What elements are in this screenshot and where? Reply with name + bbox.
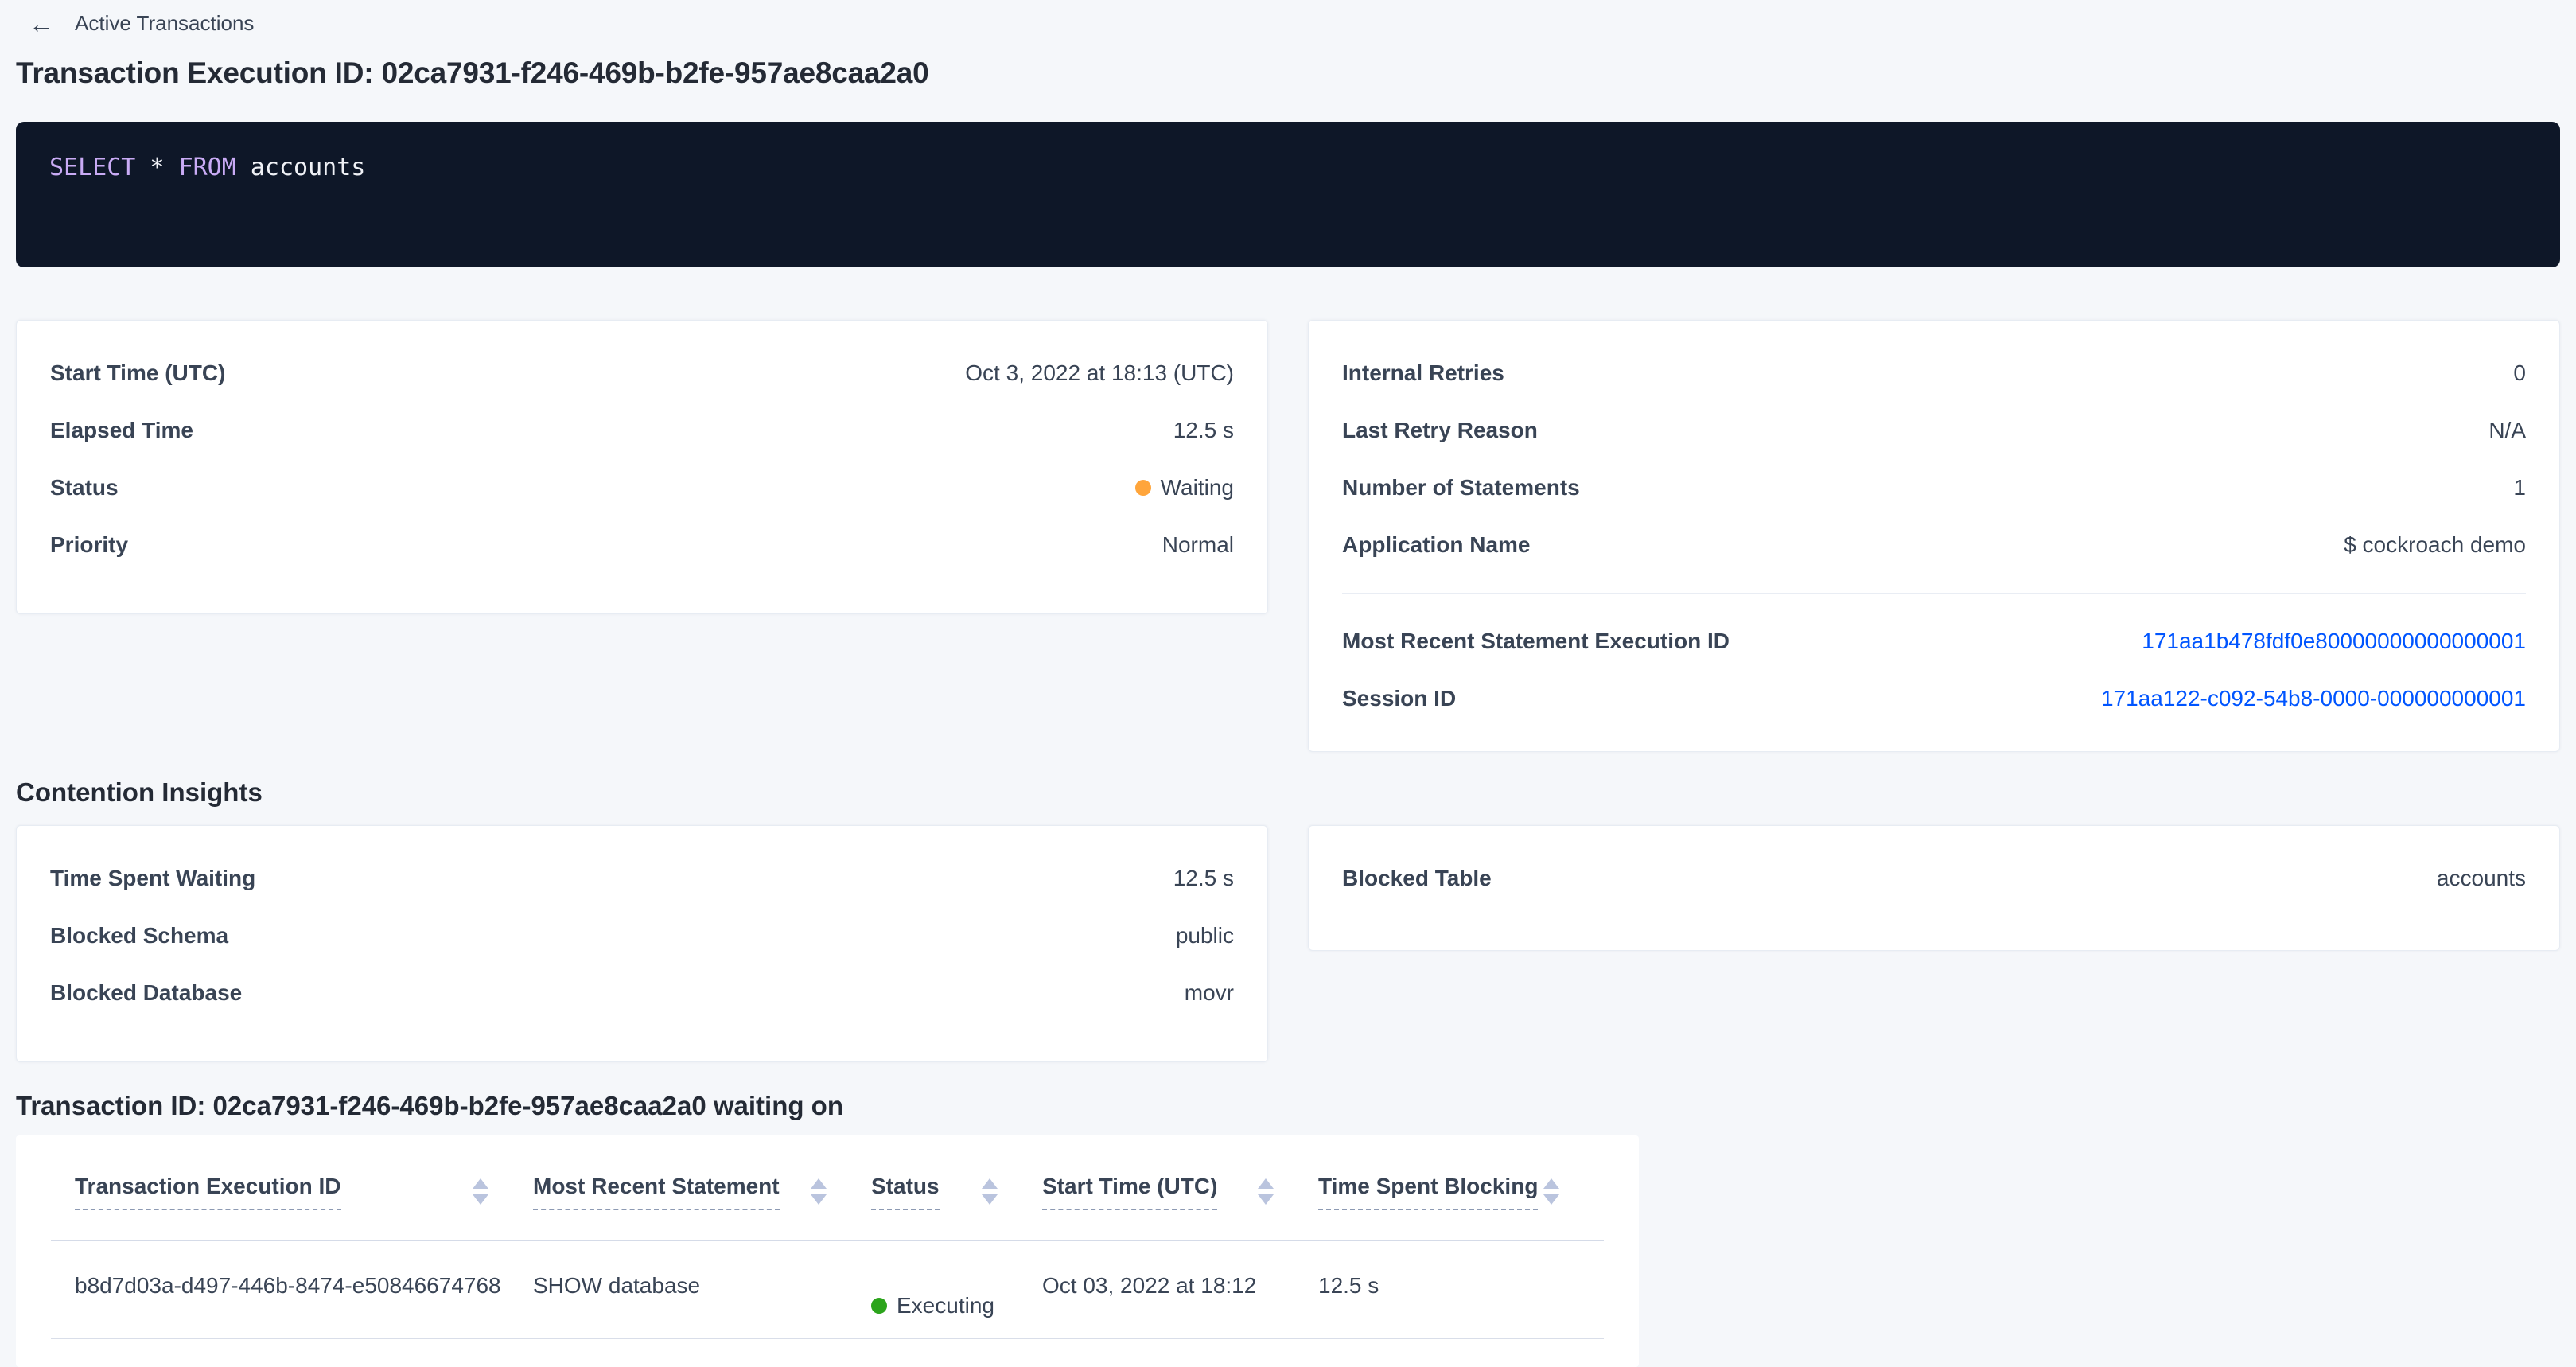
column-header-label[interactable]: Start Time (UTC)	[1042, 1174, 1217, 1210]
sort-icon[interactable]	[473, 1178, 488, 1205]
column-header-label[interactable]: Transaction Execution ID	[75, 1174, 341, 1210]
page-title: Transaction Execution ID: 02ca7931-f246-…	[16, 56, 2560, 90]
column-header-label[interactable]: Time Spent Blocking	[1318, 1174, 1538, 1210]
waiting-on-table: Transaction Execution ID Most Recent Sta…	[16, 1135, 1639, 1367]
table-header-row: Transaction Execution ID Most Recent Sta…	[51, 1135, 1604, 1241]
summary-label: Blocked Schema	[50, 923, 252, 948]
summary-value: Oct 3, 2022 at 18:13 (UTC)	[965, 360, 1234, 386]
sql-identifier: accounts	[236, 154, 366, 181]
summary-label: Blocked Database	[50, 980, 266, 1006]
back-link-active-transactions[interactable]: ← Active Transactions	[16, 0, 254, 36]
column-header-start-time: Start Time (UTC)	[1042, 1174, 1318, 1240]
sort-icon[interactable]	[811, 1178, 827, 1205]
card-divider	[1342, 593, 2526, 594]
summary-cards-row: Start Time (UTC) Oct 3, 2022 at 18:13 (U…	[16, 320, 2560, 752]
session-id-link[interactable]: 171aa122-c092-54b8-0000-000000000001	[2101, 686, 2526, 711]
column-header-most-recent-statement: Most Recent Statement	[533, 1174, 871, 1240]
summary-label: Internal Retries	[1342, 360, 1528, 386]
status-dot-waiting-icon	[1135, 480, 1151, 496]
page: ← Active Transactions Transaction Execut…	[0, 0, 2576, 1367]
summary-row-statement-execution-id: Most Recent Statement Execution ID 171aa…	[1342, 613, 2526, 670]
summary-label: Blocked Table	[1342, 866, 1516, 891]
cell-transaction-execution-id: b8d7d03a-d497-446b-8474-e50846674768	[75, 1273, 533, 1338]
statement-execution-id-link[interactable]: 171aa1b478fdf0e80000000000000001	[2142, 629, 2526, 654]
summary-row-priority: Priority Normal	[50, 516, 1234, 574]
back-link-label: Active Transactions	[75, 11, 254, 36]
cell-status: Executing	[871, 1273, 1042, 1338]
summary-row-number-of-statements: Number of Statements 1	[1342, 459, 2526, 516]
summary-row-time-spent-waiting: Time Spent Waiting 12.5 s	[50, 850, 1234, 907]
sql-keyword-from: FROM	[179, 154, 236, 181]
summary-row-last-retry-reason: Last Retry Reason N/A	[1342, 402, 2526, 459]
column-header-label[interactable]: Most Recent Statement	[533, 1174, 780, 1210]
summary-value: 12.5 s	[1173, 866, 1234, 891]
cell-time-spent-blocking: 12.5 s	[1318, 1273, 1604, 1338]
summary-label: Last Retry Reason	[1342, 418, 1562, 443]
summary-row-session-id: Session ID 171aa122-c092-54b8-0000-00000…	[1342, 670, 2526, 727]
cell-start-time: Oct 03, 2022 at 18:12	[1042, 1273, 1318, 1338]
summary-row-blocked-schema: Blocked Schema public	[50, 907, 1234, 964]
table-row: b8d7d03a-d497-446b-8474-e50846674768 SHO…	[51, 1241, 1604, 1339]
summary-row-start-time: Start Time (UTC) Oct 3, 2022 at 18:13 (U…	[50, 345, 1234, 402]
summary-label: Elapsed Time	[50, 418, 217, 443]
sql-keyword-select: SELECT	[49, 154, 135, 181]
summary-label: Application Name	[1342, 532, 1554, 558]
summary-row-internal-retries: Internal Retries 0	[1342, 345, 2526, 402]
sql-statement-box: SELECT * FROM accounts	[16, 122, 2560, 267]
sql-operator: *	[135, 154, 178, 181]
summary-value: $ cockroach demo	[2344, 532, 2526, 558]
summary-label: Number of Statements	[1342, 475, 1604, 500]
contention-card-right: Blocked Table accounts	[1308, 825, 2560, 951]
summary-card-right: Internal Retries 0 Last Retry Reason N/A…	[1308, 320, 2560, 752]
column-header-status: Status	[871, 1174, 1042, 1240]
summary-value: 1	[2513, 475, 2526, 500]
summary-label: Most Recent Statement Execution ID	[1342, 629, 1753, 654]
summary-label: Priority	[50, 532, 152, 558]
sort-icon[interactable]	[982, 1178, 998, 1205]
column-header-transaction-execution-id: Transaction Execution ID	[75, 1174, 533, 1240]
summary-label: Status	[50, 475, 142, 500]
summary-value: Normal	[1162, 532, 1234, 558]
status-text: Waiting	[1161, 475, 1234, 500]
summary-row-blocked-table: Blocked Table accounts	[1342, 850, 2526, 907]
summary-label: Start Time (UTC)	[50, 360, 249, 386]
summary-value: movr	[1185, 980, 1234, 1006]
summary-label: Time Spent Waiting	[50, 866, 279, 891]
column-header-label[interactable]: Status	[871, 1174, 940, 1210]
sql-statement: SELECT * FROM accounts	[49, 154, 2527, 181]
summary-row-blocked-database: Blocked Database movr	[50, 964, 1234, 1022]
cell-most-recent-statement: SHOW database	[533, 1273, 871, 1338]
waiting-on-heading: Transaction ID: 02ca7931-f246-469b-b2fe-…	[16, 1091, 2560, 1121]
summary-value: N/A	[2488, 418, 2526, 443]
arrow-left-icon: ←	[29, 14, 54, 34]
summary-value: public	[1176, 923, 1234, 948]
summary-row-application-name: Application Name $ cockroach demo	[1342, 516, 2526, 574]
summary-row-status: Status Waiting	[50, 459, 1234, 516]
summary-value: 0	[2513, 360, 2526, 386]
summary-card-left: Start Time (UTC) Oct 3, 2022 at 18:13 (U…	[16, 320, 1268, 614]
summary-label: Session ID	[1342, 686, 1480, 711]
contention-cards-row: Time Spent Waiting 12.5 s Blocked Schema…	[16, 825, 2560, 1062]
sort-icon[interactable]	[1258, 1178, 1274, 1205]
status-dot-executing-icon	[871, 1298, 887, 1314]
summary-row-elapsed-time: Elapsed Time 12.5 s	[50, 402, 1234, 459]
summary-value: 12.5 s	[1173, 418, 1234, 443]
contention-card-left: Time Spent Waiting 12.5 s Blocked Schema…	[16, 825, 1268, 1062]
column-header-time-spent-blocking: Time Spent Blocking	[1318, 1174, 1604, 1240]
sort-icon[interactable]	[1543, 1178, 1559, 1205]
status-badge: Waiting	[1135, 475, 1234, 500]
contention-insights-heading: Contention Insights	[16, 777, 2560, 808]
summary-value: accounts	[2437, 866, 2526, 891]
status-text: Executing	[897, 1293, 994, 1318]
